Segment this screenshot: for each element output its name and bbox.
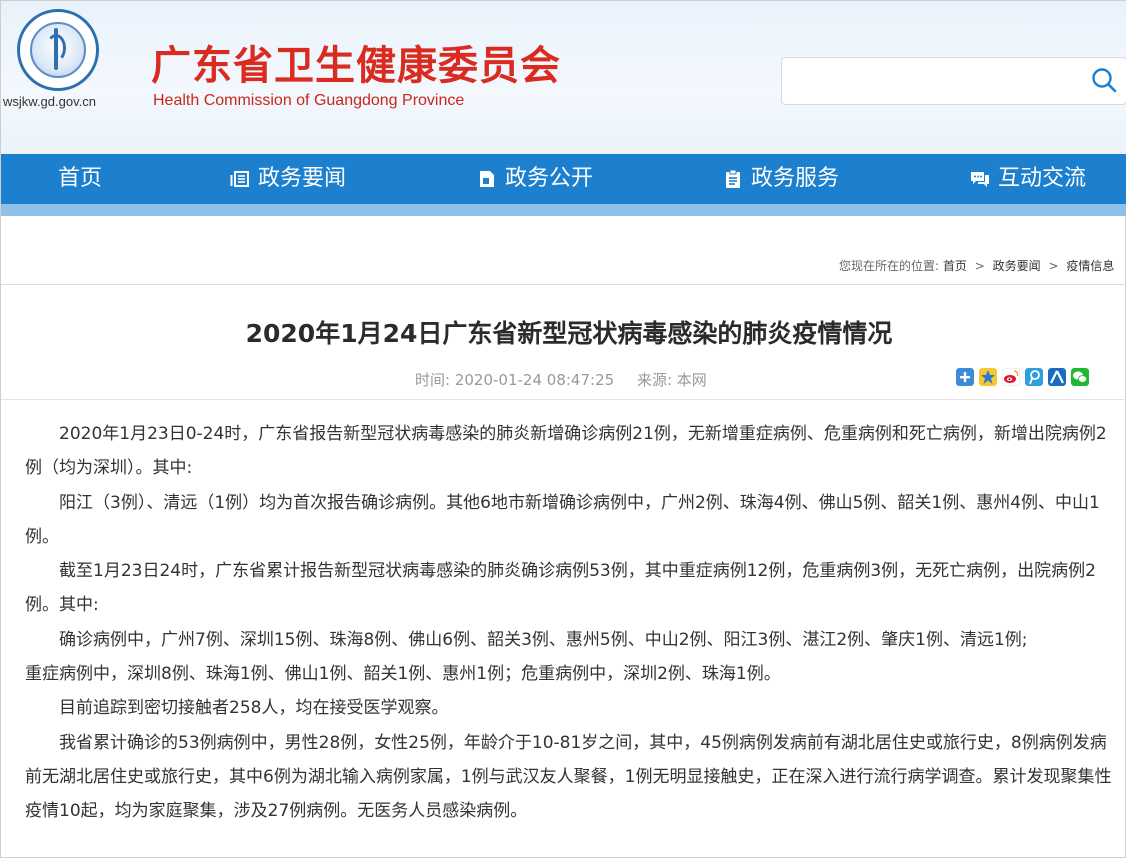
breadcrumb-epidemic[interactable]: 疫情信息 xyxy=(1066,259,1114,273)
site-title[interactable]: 广东省卫生健康委员会 xyxy=(151,33,561,91)
commission-logo[interactable] xyxy=(17,9,99,91)
chat-icon xyxy=(971,172,989,187)
breadcrumb: 您现在所在的位置: 首页 > 政务要闻 > 疫情信息 xyxy=(839,257,1114,274)
weibo-icon[interactable] xyxy=(1002,368,1020,386)
breadcrumb-prefix: 您现在所在的位置: xyxy=(839,259,940,273)
article-source: 来源: 本网 xyxy=(637,371,707,389)
document-icon xyxy=(480,171,494,187)
breadcrumb-home[interactable]: 首页 xyxy=(943,259,967,273)
renren-icon[interactable] xyxy=(1048,368,1066,386)
article-paragraph: 截至1月23日24时，广东省累计报告新型冠状病毒感染的肺炎确诊病例53例，其中重… xyxy=(25,561,1096,616)
qzone-icon[interactable] xyxy=(979,368,997,386)
search-icon[interactable] xyxy=(1091,67,1117,93)
nav-item-home[interactable]: 首页 xyxy=(58,154,102,204)
tencent-weibo-icon[interactable] xyxy=(1025,368,1043,386)
breadcrumb-separator: > xyxy=(974,259,985,273)
site-domain: wsjkw.gd.gov.cn xyxy=(3,94,96,109)
wechat-icon[interactable] xyxy=(1071,368,1089,386)
search-input[interactable] xyxy=(781,57,1126,105)
site-header: wsjkw.gd.gov.cn 广东省卫生健康委员会 Health Commis… xyxy=(1,1,1126,154)
article-paragraph: 2020年1月23日0-24时，广东省报告新型冠状病毒感染的肺炎新增确诊病例21… xyxy=(25,424,1107,479)
article-paragraph: 重症病例中，深圳8例、珠海1例、佛山1例、韶关1例、惠州1例；危重病例中，深圳2… xyxy=(25,664,781,685)
nav-item-services[interactable]: 政务服务 xyxy=(723,154,839,204)
breadcrumb-divider xyxy=(1,284,1126,285)
nav-item-interaction[interactable]: 互动交流 xyxy=(970,154,1086,204)
meta-divider xyxy=(1,399,1126,400)
main-nav: 首页 政务要闻 政务公开 政务服务 互动交流 xyxy=(1,154,1126,204)
breadcrumb-separator: > xyxy=(1048,259,1059,273)
nav-item-label: 政务服务 xyxy=(751,166,840,191)
share-bar xyxy=(956,368,1089,386)
nav-underline xyxy=(1,204,1126,216)
article-paragraph: 目前追踪到密切接触者258人，均在接受医学观察。 xyxy=(59,698,449,719)
site-subtitle: Health Commission of Guangdong Province xyxy=(153,92,465,109)
plus-share-icon[interactable] xyxy=(956,368,974,386)
nav-item-news[interactable]: 政务要闻 xyxy=(230,154,346,204)
article-paragraph: 确诊病例中，广州7例、深圳15例、珠海8例、佛山6例、韶关3例、惠州5例、中山2… xyxy=(59,629,1028,650)
time-value: 2020-01-24 08:47:25 xyxy=(454,371,615,389)
article-title: 2020年1月24日广东省新型冠状病毒感染的肺炎疫情情况 xyxy=(245,319,893,348)
article-paragraph: 阳江（3例）、清远（1例）均为首次报告确诊病例。其他6地市新增确诊病例中，广州2… xyxy=(25,492,1100,547)
breadcrumb-news[interactable]: 政务要闻 xyxy=(993,259,1041,273)
publish-time: 时间: 2020-01-24 08:47:25 xyxy=(415,371,614,389)
article-body: 2020年1月23日0-24时，广东省报告新型冠状病毒感染的肺炎新增确诊病例21… xyxy=(25,417,1115,829)
nav-item-label: 政务要闻 xyxy=(258,166,347,191)
nav-item-label: 互动交流 xyxy=(998,166,1087,191)
clipboard-icon xyxy=(726,169,740,188)
nav-item-label: 政务公开 xyxy=(505,166,594,191)
time-label: 时间: xyxy=(415,371,451,389)
news-icon xyxy=(230,171,249,187)
article-meta: 时间: 2020-01-24 08:47:25 来源: 本网 xyxy=(415,369,725,390)
source-label: 来源: xyxy=(636,371,672,389)
article-paragraph: 我省累计确诊的53例病例中，男性28例，女性25例，年龄介于10-81岁之间，其… xyxy=(25,732,1112,822)
nav-item-label: 首页 xyxy=(58,166,103,191)
source-value: 本网 xyxy=(676,371,707,389)
nav-item-public[interactable]: 政务公开 xyxy=(477,154,593,204)
